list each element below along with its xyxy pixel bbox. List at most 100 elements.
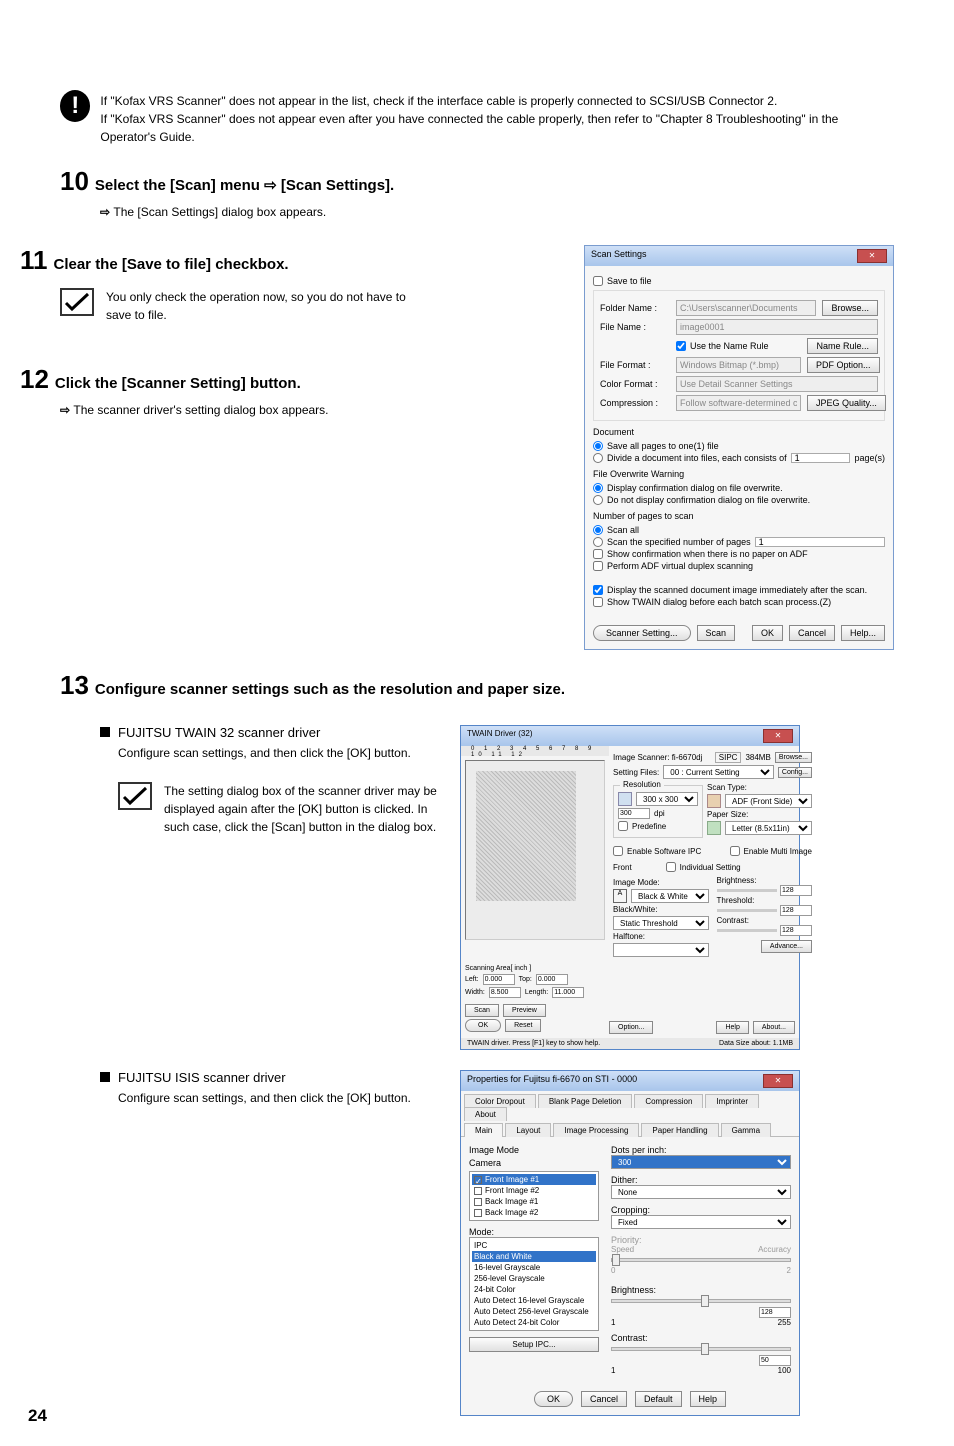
step-12: 12 Click the [Scanner Setting] button. T… — [20, 364, 440, 419]
brightness-slider[interactable] — [611, 1299, 791, 1303]
pdf-option-button[interactable]: PDF Option... — [807, 357, 880, 373]
step-13: 13 Configure scanner settings such as th… — [60, 670, 894, 701]
close-icon[interactable]: ✕ — [763, 729, 793, 743]
checkbox[interactable] — [593, 549, 603, 559]
default-button[interactable]: Default — [635, 1391, 682, 1407]
save-to-file-checkbox[interactable]: Save to file — [593, 276, 885, 286]
mode-icon: A — [613, 889, 627, 903]
setting-files-select[interactable]: 00 : Current Setting — [663, 765, 774, 779]
browse-button[interactable]: Browse... — [775, 752, 812, 763]
save-all-radio[interactable]: Save all pages to one(1) file — [593, 441, 885, 451]
contrast-slider[interactable] — [611, 1347, 791, 1351]
advance-button[interactable]: Advance... — [761, 940, 812, 953]
filename-label: File Name : — [600, 322, 670, 332]
camera-list[interactable]: ✓Front Image #1 Front Image #2 Back Imag… — [469, 1171, 599, 1221]
dpi-input[interactable] — [618, 808, 650, 819]
tab-compression[interactable]: Compression — [634, 1094, 703, 1108]
tab-paper-handling[interactable]: Paper Handling — [641, 1123, 718, 1137]
checkbox[interactable] — [593, 597, 603, 607]
name-rule-button[interactable]: Name Rule... — [807, 338, 878, 354]
help-button[interactable]: Help — [690, 1391, 727, 1407]
halftone-select[interactable] — [613, 943, 709, 957]
config-button[interactable]: Config... — [778, 767, 812, 778]
page-count-input[interactable] — [791, 453, 851, 463]
option-button[interactable]: Option... — [609, 1021, 653, 1034]
tab-gamma[interactable]: Gamma — [721, 1123, 771, 1137]
scantype-select[interactable]: ADF (Front Side) — [725, 794, 812, 808]
priority-slider — [611, 1258, 791, 1262]
help-button[interactable]: Help — [716, 1021, 748, 1034]
scan-all-radio[interactable]: Scan all — [593, 525, 885, 535]
brightness-slider[interactable] — [717, 889, 778, 892]
dpi-select[interactable]: 300 — [611, 1155, 791, 1169]
tab-imprinter[interactable]: Imprinter — [705, 1094, 759, 1108]
papersize-icon — [707, 821, 721, 835]
donot-display-radio[interactable]: Do not display confirmation dialog on fi… — [593, 495, 885, 505]
divide-radio[interactable]: Divide a document into files, each consi… — [593, 453, 885, 463]
tab-blank-page[interactable]: Blank Page Deletion — [538, 1094, 633, 1108]
checkmark-icon — [118, 782, 152, 810]
mode-list[interactable]: IPC Black and White 16-level Grayscale 2… — [469, 1237, 599, 1331]
compression-select[interactable] — [676, 395, 801, 411]
exclamation-icon — [60, 90, 90, 122]
ok-button[interactable]: OK — [752, 625, 783, 641]
tab-about[interactable]: About — [464, 1107, 507, 1121]
scan-settings-dialog: Scan Settings ✕ Save to file Folder Name… — [584, 245, 894, 650]
dither-select[interactable]: None — [611, 1185, 791, 1199]
info-text: If "Kofax VRS Scanner" does not appear i… — [100, 90, 894, 146]
scan-button[interactable]: Scan — [697, 625, 736, 641]
folder-label: Folder Name : — [600, 303, 670, 313]
folder-input[interactable] — [676, 300, 816, 316]
page-number: 24 — [28, 1406, 47, 1426]
fileformat-label: File Format : — [600, 360, 670, 370]
close-icon[interactable]: ✕ — [763, 1074, 793, 1088]
tab-image-proc[interactable]: Image Processing — [553, 1123, 639, 1137]
cancel-button[interactable]: Cancel — [789, 625, 835, 641]
step-title: Select the [Scan] menu ⇨ [Scan Settings]… — [95, 176, 394, 194]
info-box-kofax: If "Kofax VRS Scanner" does not appear i… — [60, 90, 894, 146]
overwrite-section: File Overwrite Warning — [593, 469, 885, 479]
reset-button[interactable]: Reset — [505, 1019, 541, 1032]
preview-button[interactable]: Preview — [503, 1004, 546, 1017]
jpeg-quality-button[interactable]: JPEG Quality... — [807, 395, 886, 411]
filename-input[interactable] — [676, 319, 878, 335]
help-button[interactable]: Help... — [841, 625, 885, 641]
dialog-title: Scan Settings — [591, 249, 647, 263]
tab-main[interactable]: Main — [464, 1123, 503, 1137]
ok-button[interactable]: OK — [465, 1019, 501, 1032]
scan-button[interactable]: Scan — [465, 1004, 499, 1017]
tab-layout[interactable]: Layout — [505, 1123, 551, 1137]
cropping-select[interactable]: Fixed — [611, 1215, 791, 1229]
bullet-icon — [100, 727, 110, 737]
setup-ipc-button[interactable]: Setup IPC... — [469, 1337, 599, 1352]
twain-title: TWAIN Driver (32) — [467, 729, 532, 743]
tab-color-dropout[interactable]: Color Dropout — [464, 1094, 536, 1108]
spec-pages-input[interactable] — [755, 537, 885, 547]
scan-spec-radio[interactable]: Scan the specified number of pages — [593, 537, 885, 547]
bullet-icon — [100, 1072, 110, 1082]
papersize-select[interactable]: Letter (8.5x11in) — [725, 821, 812, 835]
resolution-select[interactable]: 300 x 300 — [636, 792, 698, 806]
note-text: You only check the operation now, so you… — [106, 288, 406, 324]
checkbox[interactable] — [593, 585, 603, 595]
checkbox[interactable] — [676, 341, 686, 351]
twain-note-box: The setting dialog box of the scanner dr… — [118, 782, 440, 836]
ok-button[interactable]: OK — [534, 1391, 573, 1407]
browse-button[interactable]: Browse... — [822, 300, 878, 316]
preview-area — [465, 760, 605, 940]
checkbox[interactable] — [593, 276, 603, 286]
fileformat-select[interactable] — [676, 357, 801, 373]
numpages-section: Number of pages to scan — [593, 511, 885, 521]
cancel-button[interactable]: Cancel — [581, 1391, 627, 1407]
colorformat-select[interactable] — [676, 376, 878, 392]
close-icon[interactable]: ✕ — [857, 249, 887, 263]
bw-select[interactable]: Static Threshold — [613, 916, 709, 930]
display-conf-radio[interactable]: Display confirmation dialog on file over… — [593, 483, 885, 493]
threshold-slider[interactable] — [717, 909, 778, 912]
step-number: 11 — [20, 245, 48, 276]
imagemode-select[interactable]: Black & White — [631, 889, 709, 903]
checkbox[interactable] — [593, 561, 603, 571]
contrast-slider[interactable] — [717, 929, 778, 932]
scanner-setting-button[interactable]: Scanner Setting... — [593, 625, 691, 641]
about-button[interactable]: About... — [753, 1021, 795, 1034]
